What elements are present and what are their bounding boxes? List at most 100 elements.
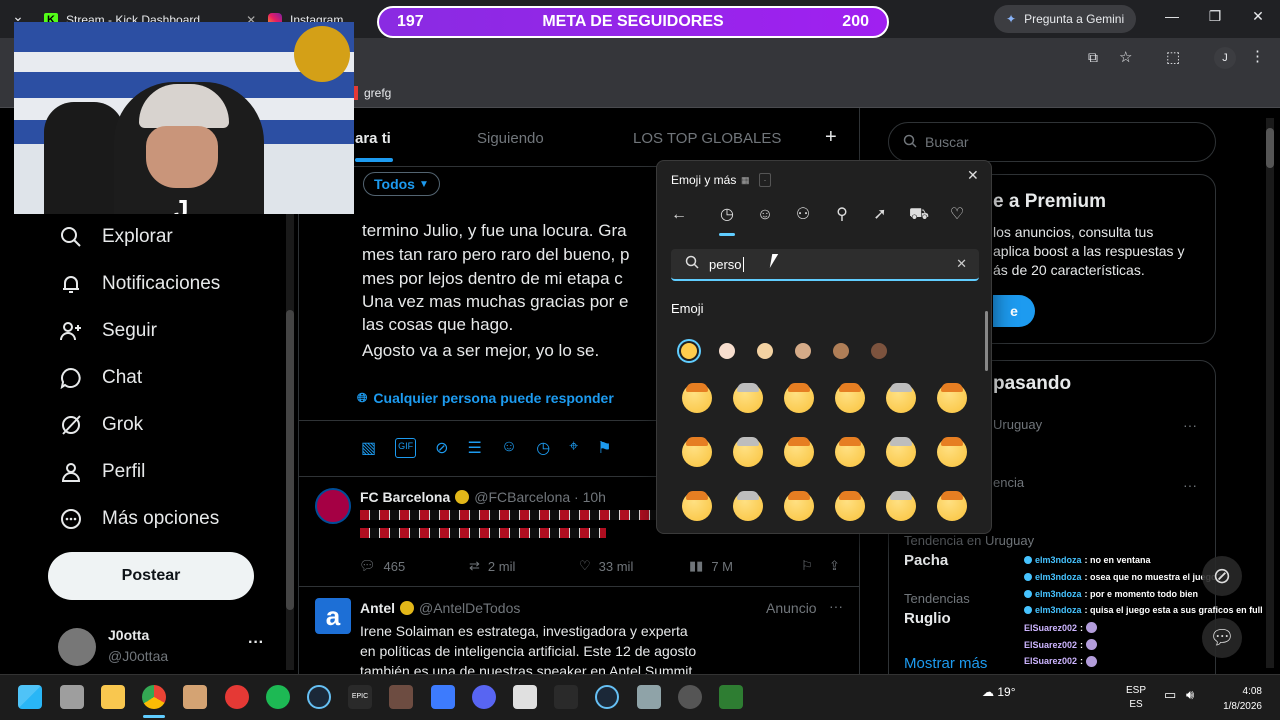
emoji-cell[interactable] (937, 437, 967, 467)
emoji-scrollbar[interactable] (985, 311, 988, 371)
emoji-cell[interactable] (733, 437, 763, 467)
spotify-icon[interactable] (266, 685, 290, 709)
tab-top-globales[interactable]: LOS TOP GLOBALES (633, 130, 781, 147)
app-icon[interactable] (719, 685, 743, 709)
capcut-icon[interactable] (513, 685, 537, 709)
maximize-icon[interactable]: ❐ (1203, 8, 1227, 28)
page-scrollbar[interactable] (1266, 118, 1274, 668)
emoji-cell[interactable] (733, 491, 763, 521)
discord-icon[interactable] (472, 685, 496, 709)
gif-icon[interactable]: GIF (395, 438, 417, 458)
minimize-icon[interactable]: — (1160, 8, 1184, 28)
repost-action[interactable]: ⇄ 2 mil (469, 558, 515, 574)
trend-name[interactable]: Ruglio (904, 610, 951, 627)
volume-icon[interactable]: 🔊︎ (1186, 687, 1194, 703)
views-action[interactable]: ▮▮ 7 M (689, 558, 733, 574)
audience-selector[interactable]: Todos ▼ (363, 172, 440, 196)
nav-seguir[interactable]: Seguir (58, 318, 157, 344)
compose-text-line[interactable]: mes por lejos dentro de mi etapa c (362, 267, 623, 291)
back-arrow-icon[interactable]: ← (667, 203, 691, 227)
show-more-link[interactable]: Mostrar más (904, 655, 987, 672)
epic-games-icon[interactable]: EPIC (348, 685, 372, 709)
symbols-icon[interactable]: ⚲ (830, 203, 854, 227)
compose-text-line[interactable]: las cosas que hago. (362, 313, 513, 337)
emoji-cell[interactable] (835, 437, 865, 467)
compose-text-line[interactable]: Una vez mas muchas gracias por e (362, 290, 628, 314)
recorder-icon[interactable] (225, 685, 249, 709)
trend-more-icon[interactable]: ··· (1183, 417, 1197, 433)
clock[interactable]: 4:08 1/8/2026 (1212, 684, 1262, 714)
bookmark-icon[interactable]: ⚐ (801, 558, 813, 574)
language-indicator[interactable]: ESP ES (1126, 684, 1146, 712)
search-input[interactable]: Buscar (888, 122, 1216, 162)
nav-perfil[interactable]: Perfil (58, 459, 145, 485)
kaomoji-icon[interactable]: ⚇ (791, 203, 815, 227)
emoji-cell[interactable] (784, 491, 814, 521)
emoji-cell[interactable] (835, 491, 865, 521)
emoji-cell[interactable] (886, 491, 916, 521)
tab-para-ti[interactable]: ara ti (355, 130, 391, 147)
nav-grok[interactable]: Grok (58, 412, 143, 438)
reply-action[interactable]: 💬︎ 465 (359, 558, 405, 574)
bookmark-star-icon[interactable]: ☆ (1119, 48, 1132, 66)
emoji-cell[interactable] (886, 383, 916, 413)
subscribe-button[interactable]: e (993, 295, 1035, 327)
image-icon[interactable]: ▧ (361, 438, 376, 458)
close-icon[interactable]: ✕ (967, 167, 979, 184)
emoji-cell[interactable] (784, 383, 814, 413)
emoji-cell[interactable] (835, 383, 865, 413)
avatar[interactable] (315, 488, 351, 524)
compose-text-line[interactable]: Agosto va a ser mejor, yo lo se. (362, 339, 599, 363)
poll-icon[interactable]: ☰ (468, 438, 482, 458)
extensions-icon[interactable]: ⬚ (1166, 48, 1180, 66)
avatar[interactable]: a (315, 598, 351, 634)
photos-icon[interactable] (183, 685, 207, 709)
reply-setting[interactable]: 🌐︎ Cualquier persona puede responder (357, 390, 614, 406)
skin-tone-swatch[interactable] (757, 343, 773, 359)
avatar[interactable] (58, 628, 96, 666)
grok-icon[interactable]: ⊘ (435, 438, 448, 458)
share-icon[interactable]: ⇪ (829, 558, 840, 574)
app-icon[interactable] (554, 685, 578, 709)
messages-floating-icon[interactable]: 💬︎ (1202, 618, 1242, 658)
compose-text-line[interactable]: termino Julio, y fue una locura. Gra (362, 219, 627, 243)
clipboard-icon[interactable]: ⛟ (907, 203, 931, 227)
location-icon[interactable]: ⌖ (569, 438, 578, 458)
steam-icon[interactable] (595, 685, 619, 709)
skin-tone-swatch[interactable] (681, 343, 697, 359)
trend-name[interactable]: Pacha (904, 552, 948, 569)
skin-tone-swatch[interactable] (795, 343, 811, 359)
favorites-heart-icon[interactable]: ♡ (945, 203, 969, 227)
grok-floating-icon[interactable]: ⊘ (1202, 556, 1242, 596)
network-icon[interactable]: ▭ (1164, 687, 1176, 703)
post-more-icon[interactable]: ··· (829, 598, 843, 614)
emoji-cell[interactable] (682, 383, 712, 413)
emoji-smiley-icon[interactable]: ☺ (753, 203, 777, 227)
windows-start-icon[interactable] (18, 685, 42, 709)
nav-mas-opciones[interactable]: Más opciones (58, 506, 219, 532)
app-icon[interactable] (431, 685, 455, 709)
install-app-icon[interactable]: ⧉ (1088, 49, 1098, 66)
bookmark-grefg[interactable]: grefg (350, 86, 391, 100)
gif-icon[interactable]: ➚ (868, 203, 892, 227)
steam-icon[interactable] (307, 685, 331, 709)
account-more-icon[interactable]: ··· (248, 634, 264, 652)
emoji-icon[interactable]: ☺ (501, 438, 517, 458)
post-author[interactable]: FC Barcelona (360, 489, 450, 505)
emoji-cell[interactable] (937, 383, 967, 413)
emoji-cell[interactable] (886, 437, 916, 467)
nav-explorar[interactable]: Explorar (58, 224, 173, 250)
compose-text-line[interactable]: mes tan raro pero raro del bueno, p (362, 243, 629, 267)
emoji-cell[interactable] (682, 491, 712, 521)
like-action[interactable]: ♡ 33 mil (579, 558, 633, 574)
schedule-icon[interactable]: ◷ (536, 438, 550, 458)
gemini-button[interactable]: ✦ Pregunta a Gemini (994, 5, 1137, 33)
clear-search-icon[interactable]: ✕ (956, 256, 967, 272)
emoji-cell[interactable] (784, 437, 814, 467)
close-window-icon[interactable]: ✕ (1246, 8, 1270, 28)
emoji-cell[interactable] (733, 383, 763, 413)
post-button[interactable]: Postear (48, 552, 254, 600)
file-explorer-icon[interactable] (101, 685, 125, 709)
skin-tone-swatch[interactable] (871, 343, 887, 359)
trend-more-icon[interactable]: ··· (1183, 477, 1197, 493)
